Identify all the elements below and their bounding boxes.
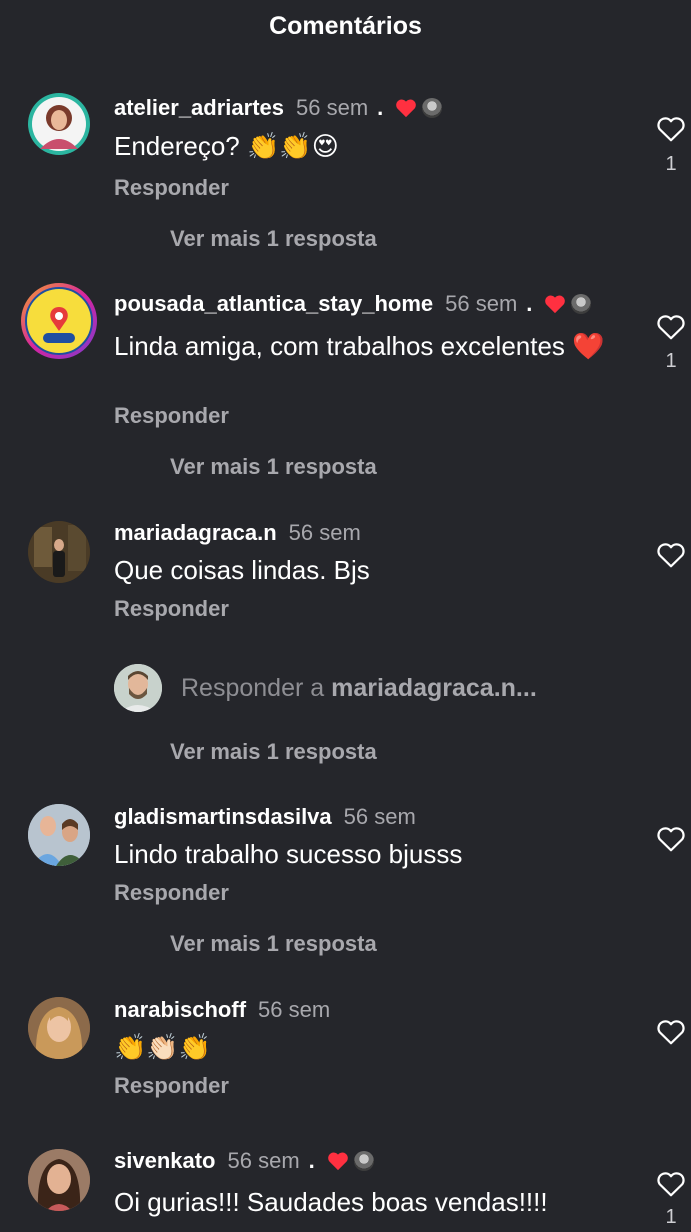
reply-button[interactable]: Responder xyxy=(114,403,229,429)
like-button[interactable] xyxy=(654,1018,688,1051)
reply-button[interactable]: Responder xyxy=(114,880,229,906)
like-button[interactable] xyxy=(654,115,688,148)
reply-button[interactable]: Responder xyxy=(114,1073,229,1099)
comment-text: Oi gurias!!! Saudades boas vendas!!!! xyxy=(114,1187,548,1217)
username[interactable]: sivenkato xyxy=(114,1148,216,1174)
timestamp: 56 sem xyxy=(258,997,331,1022)
heart-outline-icon xyxy=(657,1020,685,1045)
comment-text: Endereço? 👏👏😍 xyxy=(114,131,339,161)
heart-outline-icon xyxy=(657,315,685,340)
avatar[interactable] xyxy=(28,804,90,866)
like-count: 1 xyxy=(665,350,677,372)
comment-text: Linda amiga, com trabalhos excelentes ❤️ xyxy=(114,331,605,361)
avatar[interactable] xyxy=(28,93,90,155)
comment-text: 👏👏🏻👏 xyxy=(114,1032,212,1062)
like-button[interactable] xyxy=(654,825,688,858)
author-avatar-icon xyxy=(353,1151,374,1171)
avatar[interactable] xyxy=(28,997,90,1059)
username[interactable]: mariadagraca.n xyxy=(114,520,277,546)
username[interactable]: atelier_adriartes xyxy=(114,95,284,121)
avatar[interactable] xyxy=(28,1149,90,1211)
page-title: Comentários xyxy=(269,12,422,40)
heart-outline-icon xyxy=(657,1172,685,1197)
heart-outline-icon xyxy=(657,543,685,568)
current-user-avatar xyxy=(114,664,162,712)
like-button[interactable] xyxy=(654,1170,688,1203)
timestamp: 56 sem xyxy=(227,1148,300,1173)
reply-input-prefix: Responder a xyxy=(181,674,332,702)
view-more-replies-button[interactable]: Ver mais 1 resposta xyxy=(170,739,377,765)
comment-text: Lindo trabalho sucesso bjusss xyxy=(114,839,463,869)
author-liked-heart-icon xyxy=(544,294,566,314)
username[interactable]: pousada_atlantica_stay_home xyxy=(114,291,433,317)
timestamp: 56 sem xyxy=(288,520,361,545)
author-avatar-icon xyxy=(571,294,592,314)
view-more-replies-button[interactable]: Ver mais 1 resposta xyxy=(170,931,377,957)
heart-outline-icon xyxy=(657,117,685,142)
reply-input-target: mariadagraca.n... xyxy=(331,674,537,702)
like-count: 1 xyxy=(665,153,677,175)
timestamp: 56 sem xyxy=(296,95,369,120)
separator-dot: . xyxy=(308,1148,315,1173)
author-avatar-icon xyxy=(422,98,443,118)
comment-text: Que coisas lindas. Bjs xyxy=(114,555,370,585)
username[interactable]: gladismartinsdasilva xyxy=(114,804,332,830)
reply-button[interactable]: Responder xyxy=(114,175,229,201)
reply-button[interactable]: Responder xyxy=(114,596,229,622)
view-more-replies-button[interactable]: Ver mais 1 resposta xyxy=(170,226,377,252)
author-liked-heart-icon xyxy=(395,98,417,118)
author-liked-heart-icon xyxy=(327,1151,349,1171)
like-count: 1 xyxy=(665,1206,677,1228)
avatar[interactable] xyxy=(28,521,90,583)
timestamp: 56 sem xyxy=(445,291,518,316)
username[interactable]: narabischoff xyxy=(114,997,246,1023)
like-button[interactable] xyxy=(654,313,688,346)
timestamp: 56 sem xyxy=(343,804,416,829)
reply-input[interactable]: Responder a mariadagraca.n... xyxy=(114,664,674,714)
avatar[interactable] xyxy=(21,283,97,359)
like-button[interactable] xyxy=(654,541,688,574)
separator-dot: . xyxy=(377,95,384,120)
heart-outline-icon xyxy=(657,827,685,852)
separator-dot: . xyxy=(526,291,533,316)
view-more-replies-button[interactable]: Ver mais 1 resposta xyxy=(170,454,377,480)
